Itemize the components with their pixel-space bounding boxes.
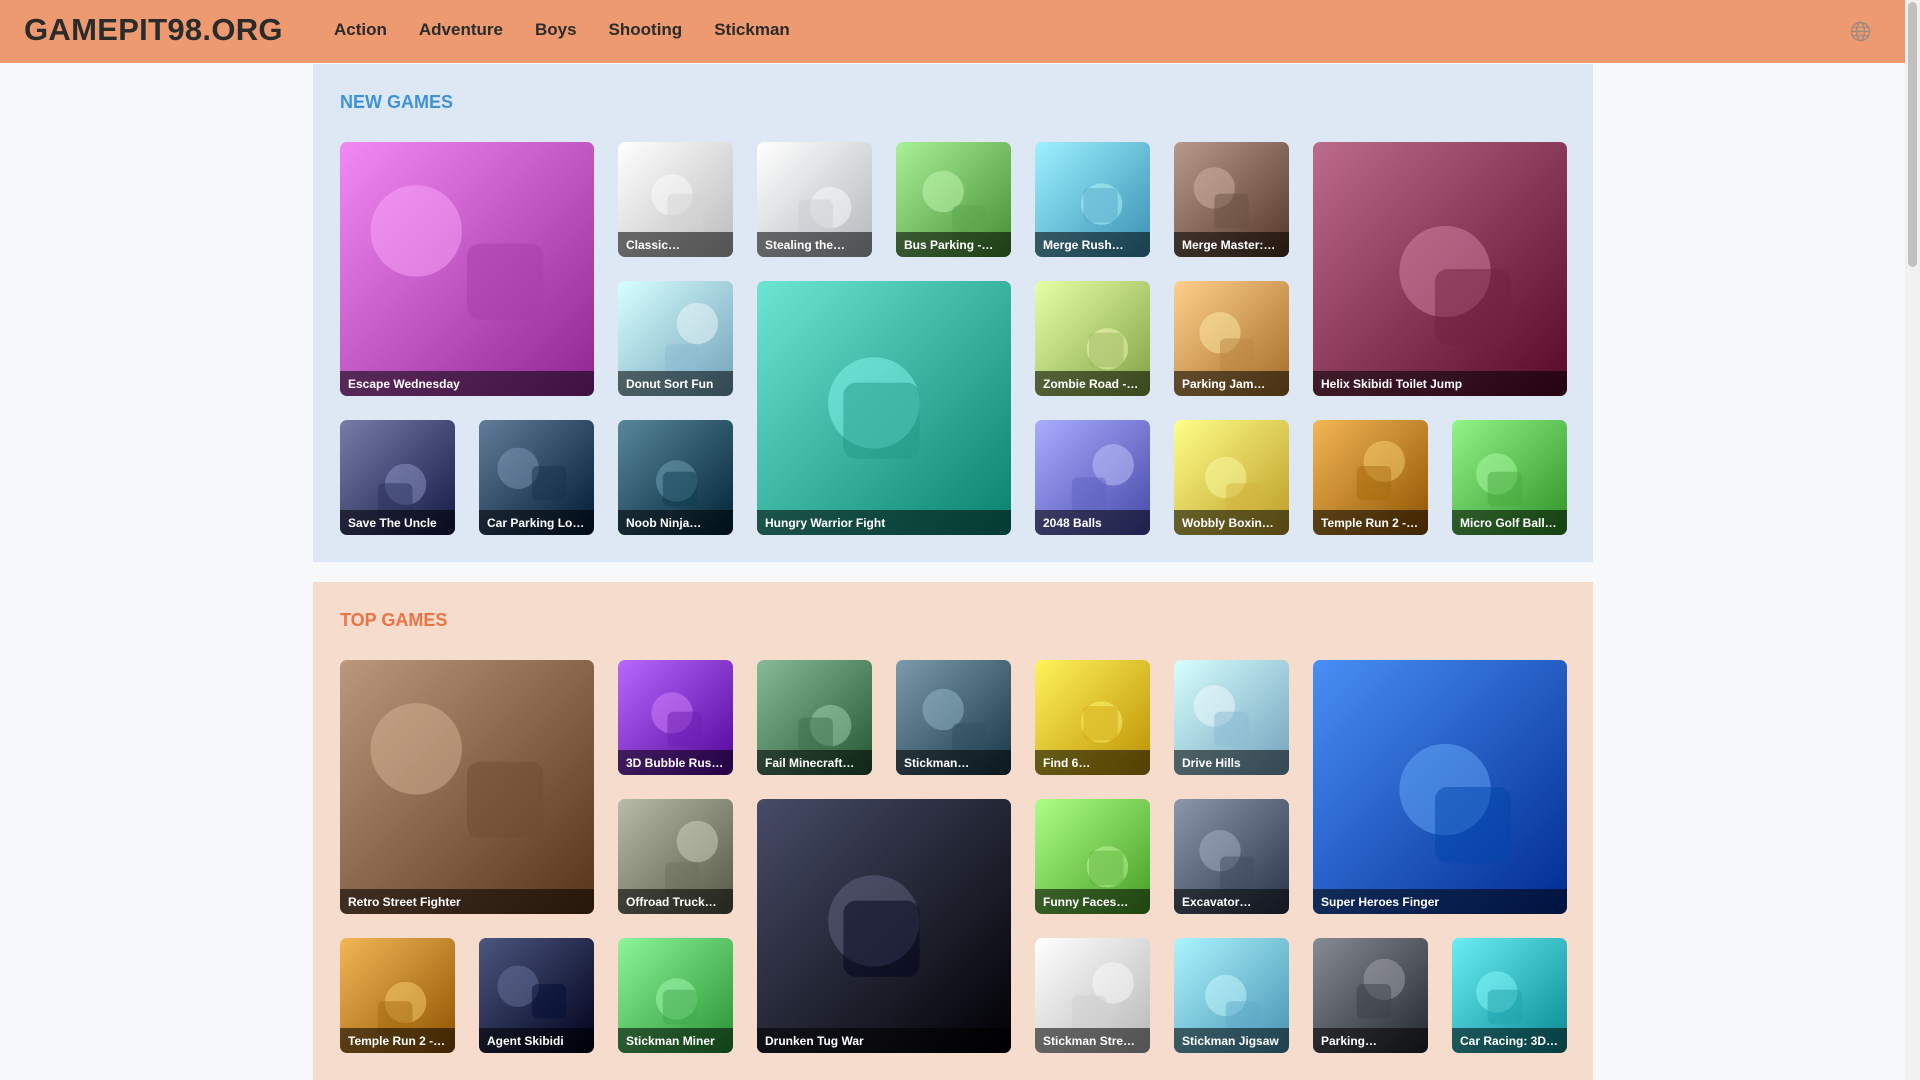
top-game-tile[interactable]: Agent Skibidi — [479, 938, 594, 1053]
new-games-title: NEW GAMES — [340, 92, 454, 112]
top-game-tile[interactable]: Funny Faces… — [1035, 799, 1150, 914]
new-game-tile[interactable]: Car Parking Lo… — [479, 420, 594, 535]
game-thumbnail — [757, 799, 1011, 1053]
top-game-tile[interactable]: Retro Street Fighter — [340, 660, 594, 914]
new-game-tile[interactable]: Escape Wednesday — [340, 142, 594, 396]
new-games-section: NEW GAMES Escape Wednesday Classic… Steali… — [313, 64, 1593, 562]
new-game-tile[interactable]: 2048 Balls — [1035, 420, 1150, 535]
game-title: Classic… — [618, 232, 733, 257]
site-logo[interactable]: GAMEPIT98.ORG — [24, 12, 283, 48]
top-game-tile[interactable]: Stickman Jigsaw — [1174, 938, 1289, 1053]
game-title: Fail Minecraft… — [757, 750, 872, 775]
new-game-tile[interactable]: Merge Master:… — [1174, 142, 1289, 257]
top-game-tile[interactable]: Super Heroes Finger — [1313, 660, 1567, 914]
nav-shooting[interactable]: Shooting — [609, 20, 683, 40]
site-header: GAMEPIT98.ORG Action Adventure Boys Shoo… — [0, 0, 1905, 63]
new-game-tile[interactable]: Parking Jam… — [1174, 281, 1289, 396]
game-title: Bus Parking -… — [896, 232, 1011, 257]
game-title: Car Parking Lo… — [479, 510, 594, 535]
game-title: Temple Run 2 -… — [1313, 510, 1428, 535]
game-title: Stickman Jigsaw — [1174, 1028, 1289, 1053]
new-game-tile[interactable]: Stealing the… — [757, 142, 872, 257]
game-title: Noob Ninja… — [618, 510, 733, 535]
new-game-tile[interactable]: Hungry Warrior Fight — [757, 281, 1011, 535]
new-game-tile[interactable]: Merge Rush… — [1035, 142, 1150, 257]
top-game-tile[interactable]: Parking… — [1313, 938, 1428, 1053]
top-game-tile[interactable]: Drunken Tug War — [757, 799, 1011, 1053]
game-title: 3D Bubble Rus… — [618, 750, 733, 775]
top-games-section: TOP GAMES Retro Street Fighter 3D Bubble … — [313, 582, 1593, 1080]
new-game-tile[interactable]: Micro Golf Ball… — [1452, 420, 1567, 535]
scrollbar-thumb[interactable] — [1908, 2, 1917, 267]
game-title: Hungry Warrior Fight — [757, 510, 1011, 535]
top-game-tile[interactable]: Drive Hills — [1174, 660, 1289, 775]
category-nav: Action Adventure Boys Shooting Stickman — [334, 20, 790, 40]
nav-adventure[interactable]: Adventure — [419, 20, 503, 40]
new-game-tile[interactable]: Save The Uncle — [340, 420, 455, 535]
page-scrollbar[interactable] — [1905, 0, 1920, 1080]
game-thumbnail — [1313, 660, 1567, 914]
game-thumbnail — [757, 281, 1011, 535]
top-game-tile[interactable]: Find 6… — [1035, 660, 1150, 775]
top-game-tile[interactable]: 3D Bubble Rus… — [618, 660, 733, 775]
top-game-tile[interactable]: Offroad Truck… — [618, 799, 733, 914]
game-title: Stickman Miner — [618, 1028, 733, 1053]
new-game-tile[interactable]: Helix Skibidi Toilet Jump — [1313, 142, 1567, 396]
game-title: Merge Rush… — [1035, 232, 1150, 257]
nav-action[interactable]: Action — [334, 20, 387, 40]
game-title: Drive Hills — [1174, 750, 1289, 775]
top-game-tile[interactable]: Excavator… — [1174, 799, 1289, 914]
new-game-tile[interactable]: Donut Sort Fun — [618, 281, 733, 396]
top-game-tile[interactable]: Stickman Miner — [618, 938, 733, 1053]
game-title: Stickman… — [896, 750, 1011, 775]
game-title: 2048 Balls — [1035, 510, 1150, 535]
top-game-tile[interactable]: Fail Minecraft… — [757, 660, 872, 775]
top-game-tile[interactable]: Stickman… — [896, 660, 1011, 775]
nav-stickman[interactable]: Stickman — [714, 20, 790, 40]
game-title: Parking Jam… — [1174, 371, 1289, 396]
game-title: Super Heroes Finger — [1313, 889, 1567, 914]
top-game-tile[interactable]: Car Racing: 3D… — [1452, 938, 1567, 1053]
game-title: Stickman Stre… — [1035, 1028, 1150, 1053]
game-thumbnail — [340, 660, 594, 914]
game-title: Funny Faces… — [1035, 889, 1150, 914]
game-title: Merge Master:… — [1174, 232, 1289, 257]
new-game-tile[interactable]: Wobbly Boxin… — [1174, 420, 1289, 535]
game-title: Escape Wednesday — [340, 371, 594, 396]
game-title: Agent Skibidi — [479, 1028, 594, 1053]
game-title: Retro Street Fighter — [340, 889, 594, 914]
top-games-title: TOP GAMES — [340, 610, 448, 630]
game-title: Zombie Road -… — [1035, 371, 1150, 396]
game-title: Temple Run 2 -… — [340, 1028, 455, 1053]
game-title: Helix Skibidi Toilet Jump — [1313, 371, 1567, 396]
top-game-tile[interactable]: Temple Run 2 -… — [340, 938, 455, 1053]
new-game-tile[interactable]: Zombie Road -… — [1035, 281, 1150, 396]
globe-icon[interactable] — [1850, 21, 1871, 42]
game-title: Save The Uncle — [340, 510, 455, 535]
game-title: Micro Golf Ball… — [1452, 510, 1567, 535]
game-title: Excavator… — [1174, 889, 1289, 914]
game-thumbnail — [1313, 142, 1567, 396]
game-thumbnail — [340, 142, 594, 396]
game-title: Offroad Truck… — [618, 889, 733, 914]
new-game-tile[interactable]: Bus Parking -… — [896, 142, 1011, 257]
game-title: Parking… — [1313, 1028, 1428, 1053]
new-game-tile[interactable]: Noob Ninja… — [618, 420, 733, 535]
game-title: Drunken Tug War — [757, 1028, 1011, 1053]
game-title: Wobbly Boxin… — [1174, 510, 1289, 535]
game-title: Find 6… — [1035, 750, 1150, 775]
game-title: Car Racing: 3D… — [1452, 1028, 1567, 1053]
new-game-tile[interactable]: Classic… — [618, 142, 733, 257]
new-game-tile[interactable]: Temple Run 2 -… — [1313, 420, 1428, 535]
nav-boys[interactable]: Boys — [535, 20, 577, 40]
top-game-tile[interactable]: Stickman Stre… — [1035, 938, 1150, 1053]
game-title: Donut Sort Fun — [618, 371, 733, 396]
game-title: Stealing the… — [757, 232, 872, 257]
